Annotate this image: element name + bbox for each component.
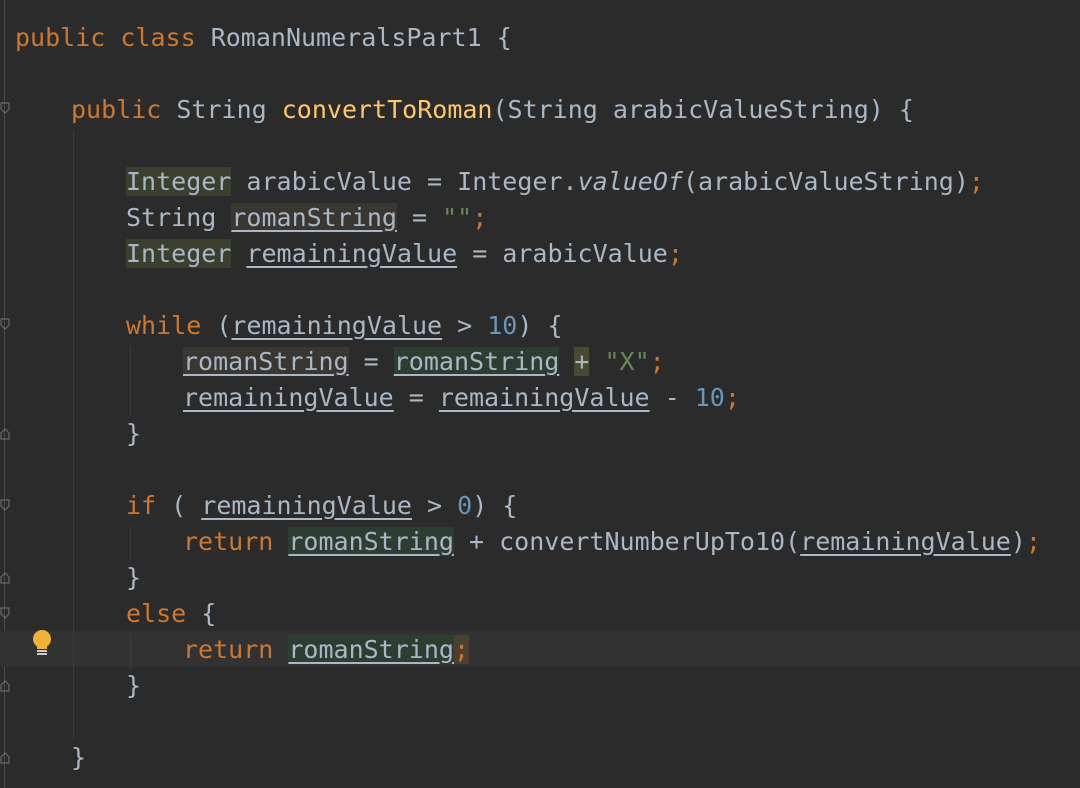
code-line-integer-arabic[interactable]: Integer arabicValue = Integer.valueOf(ar… bbox=[126, 164, 984, 200]
semicolon: ; bbox=[649, 347, 665, 376]
brace: { bbox=[496, 23, 512, 52]
type-name: String bbox=[126, 203, 217, 232]
operator: = bbox=[393, 383, 439, 412]
operator: + bbox=[453, 527, 500, 556]
string-literal: "" bbox=[442, 203, 473, 232]
brace: } bbox=[126, 671, 142, 700]
code-line-string-roman[interactable]: String romanString = ""; bbox=[126, 200, 487, 236]
gutter-divider bbox=[4, 0, 5, 788]
keyword: return bbox=[183, 635, 274, 664]
number-literal: 0 bbox=[457, 491, 473, 520]
code-line-else-body[interactable]: return romanString; bbox=[183, 632, 470, 668]
code-line-method-declaration[interactable]: public String convertToRoman(String arab… bbox=[71, 92, 914, 128]
type-name: String bbox=[176, 95, 267, 124]
variable: remainingValue bbox=[800, 527, 1011, 556]
code-line-if[interactable]: if ( remainingValue > 0) { bbox=[126, 488, 517, 524]
lightbulb-icon[interactable] bbox=[30, 628, 54, 660]
variable: arabicValue bbox=[502, 239, 668, 268]
class-name: RomanNumeralsPart1 bbox=[210, 23, 482, 52]
class-ref: Integer. bbox=[457, 167, 578, 196]
operator: - bbox=[649, 383, 695, 412]
current-line-highlight bbox=[0, 631, 1080, 667]
variable: romanString bbox=[288, 635, 454, 664]
type-name: Integer bbox=[126, 167, 232, 196]
operator: > bbox=[442, 311, 488, 340]
code-line-method-close[interactable]: } bbox=[71, 740, 86, 776]
keyword: public bbox=[15, 23, 106, 52]
variable: remainingValue bbox=[183, 383, 394, 412]
variable: arabicValue bbox=[246, 167, 412, 196]
keyword: if bbox=[126, 491, 157, 520]
code-line-else-close[interactable]: } bbox=[126, 668, 141, 704]
operator: > bbox=[411, 491, 458, 520]
operator: = bbox=[396, 203, 443, 232]
operator: = bbox=[412, 167, 458, 196]
paren: ) { bbox=[472, 491, 518, 520]
indent-guide bbox=[130, 634, 131, 670]
fold-marker-icon[interactable] bbox=[0, 318, 10, 331]
brace: { bbox=[898, 95, 914, 124]
parameter-list: (String arabicValueString) bbox=[492, 95, 884, 124]
code-line-else[interactable]: else { bbox=[126, 596, 216, 632]
code-line-while-body-1[interactable]: romanString = romanString + "X"; bbox=[183, 344, 665, 380]
keyword: else bbox=[126, 599, 187, 628]
semicolon: ; bbox=[968, 167, 984, 196]
indent-guide bbox=[130, 526, 131, 562]
variable: remainingValue bbox=[201, 491, 412, 520]
brace: } bbox=[71, 743, 87, 772]
fold-marker-icon[interactable] bbox=[0, 102, 10, 115]
brace: { bbox=[186, 599, 217, 628]
brace: } bbox=[126, 563, 142, 592]
brace: } bbox=[126, 419, 142, 448]
fold-marker-icon[interactable] bbox=[0, 571, 10, 584]
variable: remainingValue bbox=[438, 383, 650, 412]
number-literal: 10 bbox=[694, 383, 725, 412]
variable: romanString bbox=[393, 347, 560, 376]
paren: ) { bbox=[517, 311, 563, 340]
fold-marker-icon[interactable] bbox=[0, 751, 10, 764]
fold-marker-icon[interactable] bbox=[0, 607, 10, 620]
variable: romanString bbox=[288, 527, 454, 556]
semicolon: ; bbox=[453, 635, 470, 664]
semicolon: ; bbox=[1025, 527, 1041, 556]
method-call: convertNumberUpTo10( bbox=[499, 527, 801, 556]
paren: ) bbox=[1010, 527, 1026, 556]
code-editor[interactable]: public class RomanNumeralsPart1 { public… bbox=[0, 0, 1080, 788]
code-line-while[interactable]: while (remainingValue > 10) { bbox=[126, 308, 563, 344]
variable: remainingValue bbox=[246, 239, 458, 268]
operator: = bbox=[457, 239, 503, 268]
keyword: while bbox=[126, 311, 202, 340]
variable: remainingValue bbox=[231, 311, 443, 340]
keyword: public bbox=[71, 95, 162, 124]
indent-guide bbox=[130, 346, 131, 416]
method-call: valueOf bbox=[577, 167, 683, 196]
number-literal: 10 bbox=[487, 311, 518, 340]
code-line-class-declaration[interactable]: public class RomanNumeralsPart1 { bbox=[15, 20, 512, 56]
variable: romanString bbox=[183, 347, 349, 376]
fold-marker-icon[interactable] bbox=[0, 499, 10, 512]
string-literal: "X" bbox=[604, 347, 650, 376]
arguments: (arabicValueString) bbox=[682, 167, 969, 196]
semicolon: ; bbox=[724, 383, 740, 412]
fold-marker-icon[interactable] bbox=[0, 427, 10, 440]
fold-marker-icon[interactable] bbox=[0, 679, 10, 692]
code-line-while-body-2[interactable]: remainingValue = remainingValue - 10; bbox=[183, 380, 740, 416]
operator: + bbox=[574, 347, 590, 376]
code-line-if-body[interactable]: return romanString + convertNumberUpTo10… bbox=[183, 524, 1041, 560]
code-line-while-close[interactable]: } bbox=[126, 416, 141, 452]
semicolon: ; bbox=[667, 239, 683, 268]
semicolon: ; bbox=[472, 203, 488, 232]
type-name: Integer bbox=[126, 239, 232, 268]
paren: ( bbox=[201, 311, 232, 340]
paren: ( bbox=[156, 491, 202, 520]
code-line-if-close[interactable]: } bbox=[126, 560, 141, 596]
keyword: class bbox=[120, 23, 196, 52]
indent-guide bbox=[73, 130, 74, 740]
keyword: return bbox=[183, 527, 274, 556]
method-name: convertToRoman bbox=[281, 95, 493, 124]
operator: = bbox=[348, 347, 394, 376]
variable: romanString bbox=[231, 203, 397, 232]
code-line-integer-remaining[interactable]: Integer remainingValue = arabicValue; bbox=[126, 236, 683, 272]
